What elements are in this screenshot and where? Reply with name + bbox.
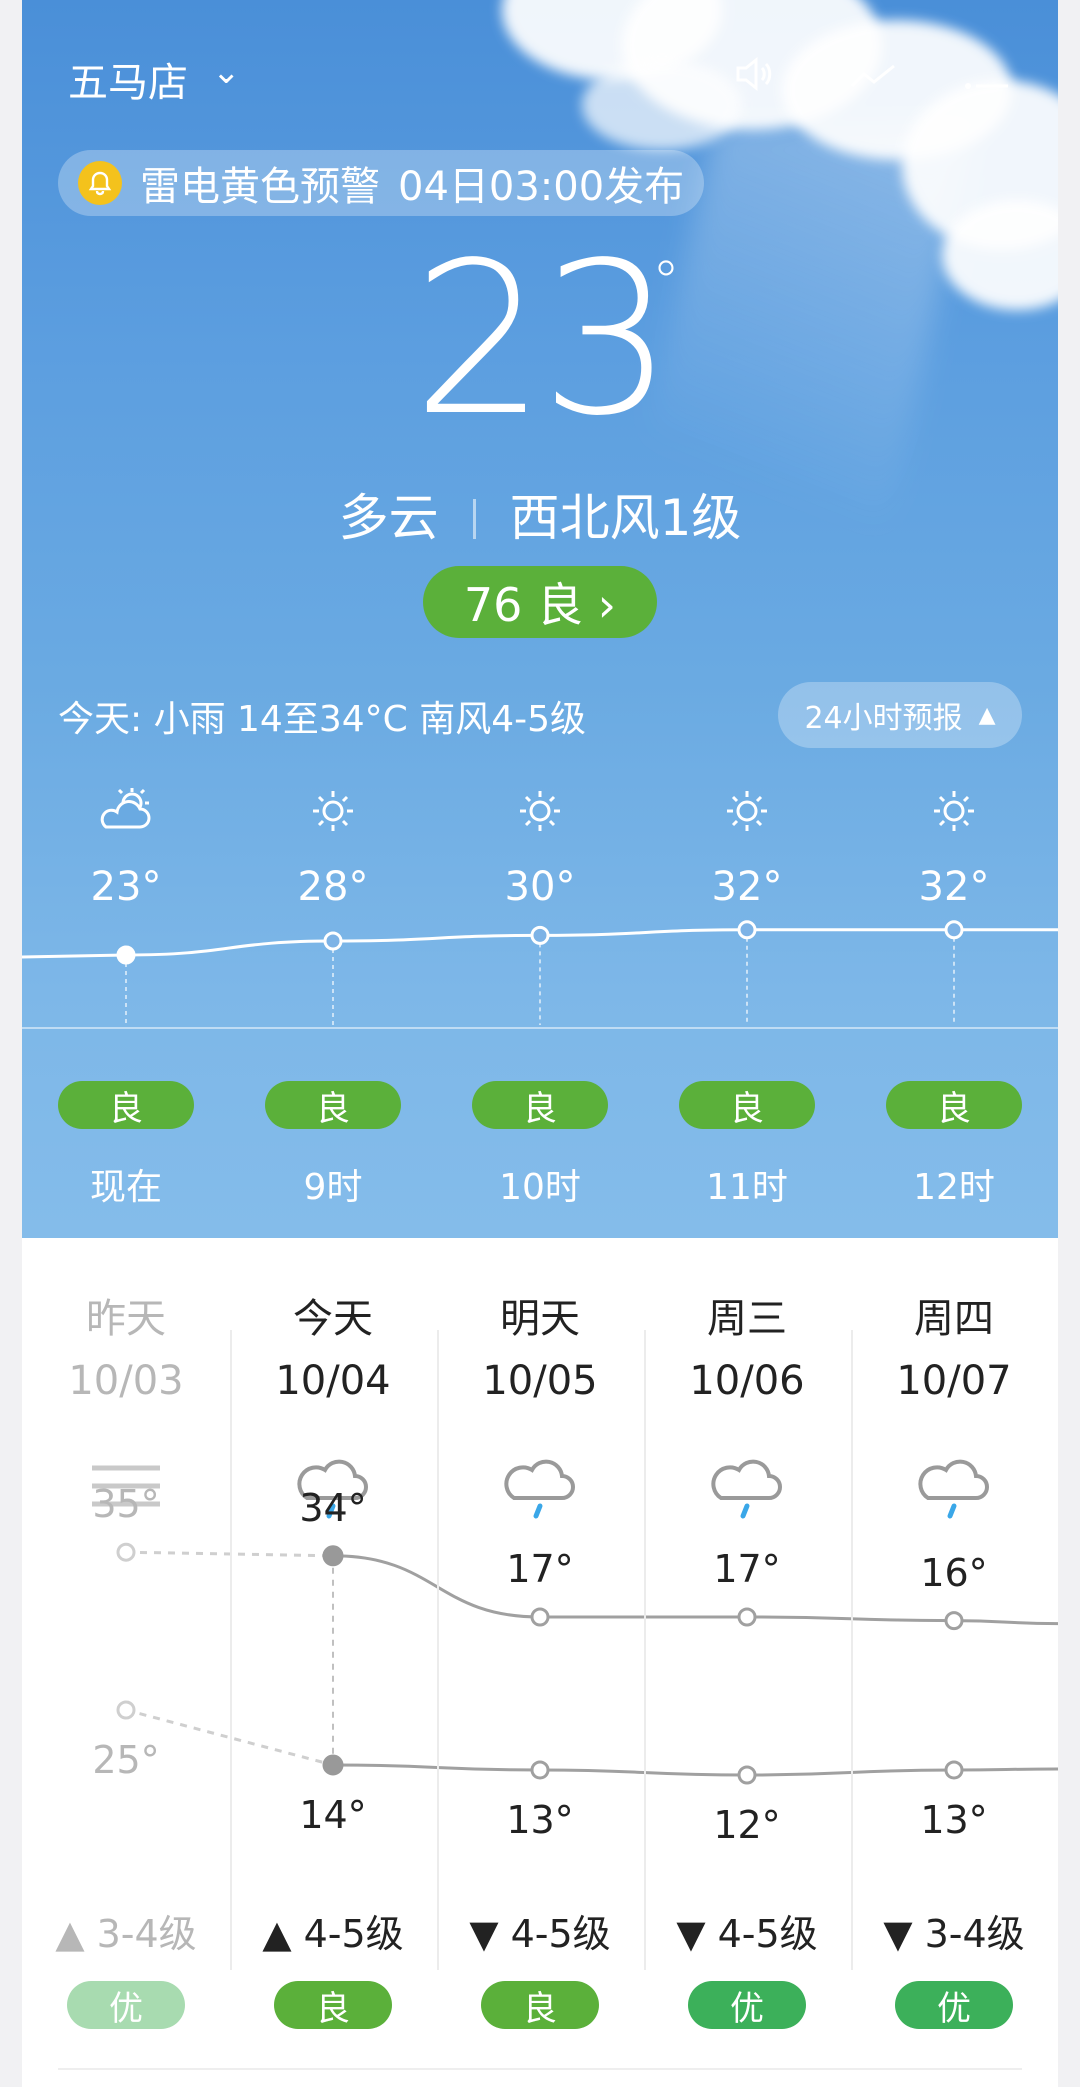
current-weather-panel: 五马店 ⌄ 雷电黄色预警 04日03:00发布 23 ° 多云 西北风1级 76 …	[22, 0, 1058, 1238]
column-divider	[437, 1330, 439, 1970]
rain-icon	[500, 1458, 580, 1528]
aqi-button[interactable]: 76 良 ›	[423, 566, 657, 638]
low-temp: 12°	[713, 1803, 781, 1847]
hourly-time-label: 10时	[499, 1167, 581, 1208]
alert-text: 雷电黄色预警	[140, 164, 380, 210]
weather-app: 五马店 ⌄ 雷电黄色预警 04日03:00发布 23 ° 多云 西北风1级 76 …	[0, 0, 1080, 2087]
city-name[interactable]: 五马店	[68, 50, 188, 108]
wind-level: ▼ 4-5级	[676, 1912, 818, 1956]
bell-icon	[78, 161, 122, 205]
air-quality-badge: 良	[274, 1981, 392, 2029]
day-name: 昨天	[86, 1296, 166, 1342]
caret-up-icon: ▲	[978, 702, 996, 728]
air-quality-badge: 优	[688, 1981, 806, 2029]
hourly-temp-point	[737, 920, 757, 940]
hourly-temp-point	[116, 945, 136, 965]
hourly-temp-point	[530, 925, 550, 945]
hourly-forecast-label: 24小时预报	[804, 701, 963, 736]
hourly-air-quality-badge: 良	[679, 1081, 815, 1129]
low-temp: 25°	[92, 1738, 160, 1782]
trend-icon[interactable]	[848, 56, 900, 100]
current-conditions: 多云 西北风1级	[22, 478, 1058, 550]
day-column[interactable]: 今天 10/04 34° 14° ▲ 4-5级 良	[230, 1238, 436, 2087]
day-column[interactable]: 周四 10/07 16° 13° ▼ 3-4级 优	[851, 1238, 1057, 2087]
day-column[interactable]: 周三 10/06 17° 12° ▼ 4-5级 优	[644, 1238, 850, 2087]
hourly-air-quality-badge: 良	[886, 1081, 1022, 1129]
divider	[58, 2068, 1022, 2070]
sun-icon	[874, 785, 1034, 849]
sun-icon	[667, 785, 827, 849]
rain-icon	[914, 1458, 994, 1528]
hourly-air-quality-badge: 良	[472, 1081, 608, 1129]
wind-level: ▲ 3-4级	[55, 1912, 197, 1956]
degree-symbol: °	[652, 250, 680, 315]
hourly-time-label: 11时	[706, 1167, 788, 1208]
air-quality-badge: 良	[481, 1981, 599, 2029]
wind-level: ▼ 3-4级	[883, 1912, 1025, 1956]
air-quality-badge: 优	[67, 1981, 185, 2029]
menu-icon[interactable]	[962, 58, 1012, 98]
day-name: 今天	[293, 1296, 373, 1342]
current-temperature: 23	[412, 217, 673, 462]
column-divider	[851, 1330, 853, 1970]
day-date: 10/06	[689, 1358, 805, 1404]
air-quality-badge: 优	[895, 1981, 1013, 2029]
day-date: 10/07	[896, 1358, 1012, 1404]
hourly-air-quality-badge: 良	[265, 1081, 401, 1129]
chevron-down-icon[interactable]: ⌄	[212, 52, 241, 92]
low-temp: 14°	[299, 1793, 367, 1837]
high-temp: 17°	[506, 1547, 574, 1591]
divider	[472, 499, 476, 539]
partly-cloudy-icon	[46, 785, 206, 847]
day-name: 周三	[707, 1296, 787, 1342]
rain-icon	[707, 1458, 787, 1528]
hourly-temperature-line	[22, 920, 1058, 1025]
wind-info: 西北风1级	[509, 489, 742, 547]
day-date: 10/03	[68, 1358, 184, 1404]
hourly-temp-point	[944, 920, 964, 940]
hourly-temp-point	[323, 931, 343, 951]
low-temp: 13°	[506, 1798, 574, 1842]
divider	[22, 1027, 1058, 1029]
wind-level: ▼ 4-5级	[469, 1912, 611, 1956]
today-summary: 今天: 小雨 14至34°C 南风4-5级	[58, 699, 587, 740]
hourly-air-quality-badge: 良	[58, 1081, 194, 1129]
hourly-time-label: 12时	[913, 1167, 995, 1208]
hourly-time-label: 9时	[303, 1167, 363, 1208]
day-column[interactable]: 昨天 10/03 35° 25° ▲ 3-4级 优	[23, 1238, 229, 2087]
day-date: 10/05	[482, 1358, 598, 1404]
column-divider	[644, 1330, 646, 1970]
day-name: 明天	[500, 1296, 580, 1342]
sun-icon	[460, 785, 620, 849]
column-divider	[230, 1330, 232, 1970]
daily-forecast[interactable]: 昨天 10/03 35° 25° ▲ 3-4级 优今天 10/04 34° 14…	[22, 1238, 1058, 2087]
weather-alert-banner[interactable]: 雷电黄色预警 04日03:00发布	[58, 150, 705, 216]
high-temp: 17°	[713, 1547, 781, 1591]
high-temp: 16°	[920, 1550, 988, 1595]
top-bar: 五马店 ⌄	[22, 40, 1058, 120]
hourly-forecast-toggle[interactable]: 24小时预报 ▲	[778, 682, 1022, 748]
day-column[interactable]: 明天 10/05 17° 13° ▼ 4-5级 良	[437, 1238, 643, 2087]
speaker-icon[interactable]	[730, 50, 778, 102]
weather-condition: 多云	[338, 489, 439, 547]
wind-level: ▲ 4-5级	[262, 1912, 404, 1956]
high-temp: 35°	[92, 1482, 160, 1527]
high-temp: 34°	[299, 1485, 367, 1530]
day-date: 10/04	[275, 1358, 391, 1404]
sun-icon	[253, 785, 413, 849]
hourly-time-label: 现在	[89, 1167, 162, 1208]
alert-time: 04日03:00发布	[398, 164, 685, 210]
low-temp: 13°	[920, 1798, 988, 1842]
day-name: 周四	[914, 1296, 994, 1342]
